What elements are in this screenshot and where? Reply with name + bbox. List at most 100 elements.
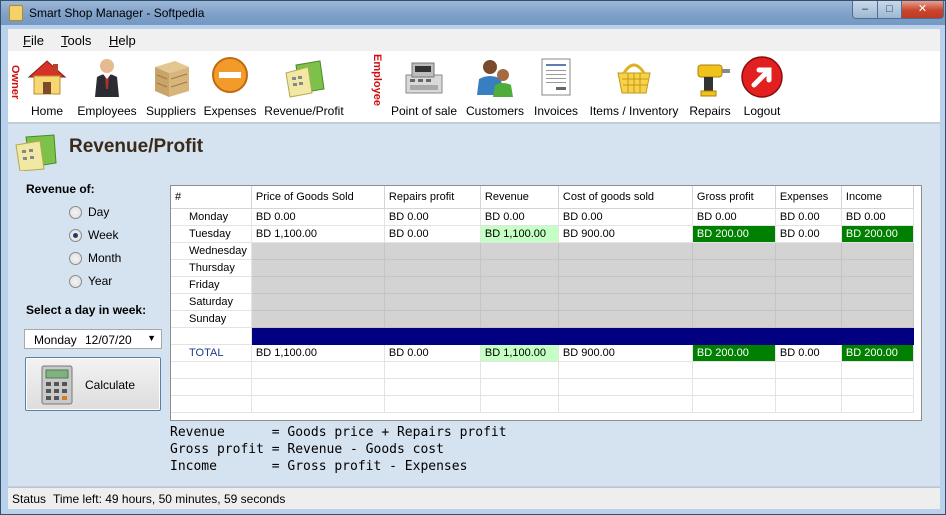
cell-empty[interactable]: [384, 293, 481, 311]
cell-empty[interactable]: [480, 242, 559, 260]
cell-empty[interactable]: [251, 242, 385, 260]
radio-month-label[interactable]: Month: [88, 251, 121, 265]
radio-week-dot[interactable]: [69, 229, 82, 242]
revenue-profit-button[interactable]: Revenue/Profit: [261, 51, 347, 123]
cell-gross-profit[interactable]: BD 0.00: [692, 208, 776, 226]
cell-total-price-goods-sold[interactable]: BD 1,100.00: [251, 344, 385, 362]
cell-repairs-profit[interactable]: BD 0.00: [384, 225, 481, 243]
radio-week-label[interactable]: Week: [88, 228, 118, 242]
close-button[interactable]: ✕: [901, 1, 944, 19]
date-picker[interactable]: Monday 12/07/20 ▼: [24, 329, 162, 349]
cell-empty[interactable]: [841, 259, 914, 277]
col-header-income[interactable]: Income: [841, 186, 914, 209]
cell-cost-goods-sold[interactable]: BD 900.00: [558, 225, 693, 243]
cell-revenue[interactable]: BD 0.00: [480, 208, 559, 226]
cell-empty[interactable]: [692, 242, 776, 260]
cell-total-repairs-profit[interactable]: BD 0.00: [384, 344, 481, 362]
point-of-sale-button[interactable]: Point of sale: [388, 51, 460, 123]
cell-empty[interactable]: [480, 259, 559, 277]
cell-empty[interactable]: [480, 310, 559, 328]
radio-year-dot[interactable]: [69, 275, 82, 288]
cell-empty[interactable]: [384, 259, 481, 277]
cell-income[interactable]: BD 0.00: [841, 208, 914, 226]
menu-file[interactable]: File: [23, 33, 44, 48]
invoices-button[interactable]: Invoices: [531, 51, 581, 123]
home-button[interactable]: Home: [26, 51, 68, 123]
cell-total-revenue[interactable]: BD 1,100.00: [480, 344, 559, 362]
cell-empty[interactable]: [692, 259, 776, 277]
cell-empty[interactable]: [251, 293, 385, 311]
cell-empty[interactable]: [251, 259, 385, 277]
cell-cost-goods-sold[interactable]: BD 0.00: [558, 208, 693, 226]
cell-empty[interactable]: [775, 242, 842, 260]
cell-expenses[interactable]: BD 0.00: [775, 208, 842, 226]
table-row-wednesday[interactable]: Wednesday: [171, 242, 914, 260]
table-row-sunday[interactable]: Sunday: [171, 310, 914, 328]
table-row-monday[interactable]: Monday BD 0.00 BD 0.00 BD 0.00 BD 0.00 B…: [171, 208, 914, 226]
col-header-gross-profit[interactable]: Gross profit: [692, 186, 776, 209]
cell-expenses[interactable]: BD 0.00: [775, 225, 842, 243]
cell-gross-profit[interactable]: BD 200.00: [692, 225, 776, 243]
col-header-expenses[interactable]: Expenses: [775, 186, 842, 209]
cell-total-gross-profit[interactable]: BD 200.00: [692, 344, 776, 362]
table-row-saturday[interactable]: Saturday: [171, 293, 914, 311]
cell-empty[interactable]: [480, 293, 559, 311]
cell-empty[interactable]: [841, 293, 914, 311]
cell-empty[interactable]: [558, 276, 693, 294]
calculate-button[interactable]: Calculate: [25, 357, 161, 411]
cell-empty[interactable]: [775, 310, 842, 328]
cell-repairs-profit[interactable]: BD 0.00: [384, 208, 481, 226]
col-header-price-goods-sold[interactable]: Price of Goods Sold: [251, 186, 385, 209]
cell-empty[interactable]: [692, 310, 776, 328]
suppliers-button[interactable]: Suppliers: [145, 51, 197, 123]
employees-button[interactable]: Employees: [76, 51, 138, 123]
cell-revenue[interactable]: BD 1,100.00: [480, 225, 559, 243]
cell-empty[interactable]: [558, 310, 693, 328]
cell-empty[interactable]: [692, 276, 776, 294]
cell-price-goods-sold[interactable]: BD 1,100.00: [251, 225, 385, 243]
table-row-tuesday[interactable]: Tuesday BD 1,100.00 BD 0.00 BD 1,100.00 …: [171, 225, 914, 243]
col-header-repairs-profit[interactable]: Repairs profit: [384, 186, 481, 209]
cell-empty[interactable]: [841, 310, 914, 328]
menu-help[interactable]: Help: [109, 33, 136, 48]
cell-total-income[interactable]: BD 200.00: [841, 344, 914, 362]
logout-button[interactable]: Logout: [737, 51, 787, 123]
radio-year-label[interactable]: Year: [88, 274, 112, 288]
cell-empty[interactable]: [384, 310, 481, 328]
cell-empty[interactable]: [692, 293, 776, 311]
col-header-revenue[interactable]: Revenue: [480, 186, 559, 209]
radio-month-dot[interactable]: [69, 252, 82, 265]
cell-empty[interactable]: [775, 276, 842, 294]
maximize-button[interactable]: □: [877, 1, 902, 19]
cell-empty[interactable]: [841, 242, 914, 260]
cell-empty[interactable]: [558, 259, 693, 277]
cell-empty[interactable]: [841, 276, 914, 294]
items-inventory-button[interactable]: Items / Inventory: [587, 51, 681, 123]
cell-empty[interactable]: [251, 310, 385, 328]
calculate-label[interactable]: Calculate: [85, 378, 135, 392]
dropdown-arrow-icon[interactable]: ▼: [147, 333, 156, 343]
cell-price-goods-sold[interactable]: BD 0.00: [251, 208, 385, 226]
date-picker-date[interactable]: 12/07/20: [85, 333, 135, 347]
cell-empty[interactable]: [775, 293, 842, 311]
menu-tools[interactable]: Tools: [61, 33, 91, 48]
radio-day-dot[interactable]: [69, 206, 82, 219]
cell-income[interactable]: BD 200.00: [841, 225, 914, 243]
table-row-thursday[interactable]: Thursday: [171, 259, 914, 277]
col-header-cost-goods-sold[interactable]: Cost of goods sold: [558, 186, 693, 209]
table-row-friday[interactable]: Friday: [171, 276, 914, 294]
expenses-button[interactable]: Expenses: [202, 51, 258, 123]
table-row-total[interactable]: TOTAL BD 1,100.00 BD 0.00 BD 1,100.00 BD…: [171, 344, 914, 362]
col-header-num[interactable]: #: [171, 186, 252, 209]
cell-empty[interactable]: [251, 276, 385, 294]
cell-empty[interactable]: [558, 293, 693, 311]
cell-total-expenses[interactable]: BD 0.00: [775, 344, 842, 362]
customers-button[interactable]: Customers: [464, 51, 526, 123]
cell-empty[interactable]: [558, 242, 693, 260]
cell-empty[interactable]: [775, 259, 842, 277]
cell-empty[interactable]: [480, 276, 559, 294]
radio-day-label[interactable]: Day: [88, 205, 109, 219]
minimize-button[interactable]: –: [852, 1, 878, 19]
date-picker-day[interactable]: Monday: [34, 333, 77, 347]
cell-total-cost-goods-sold[interactable]: BD 900.00: [558, 344, 693, 362]
